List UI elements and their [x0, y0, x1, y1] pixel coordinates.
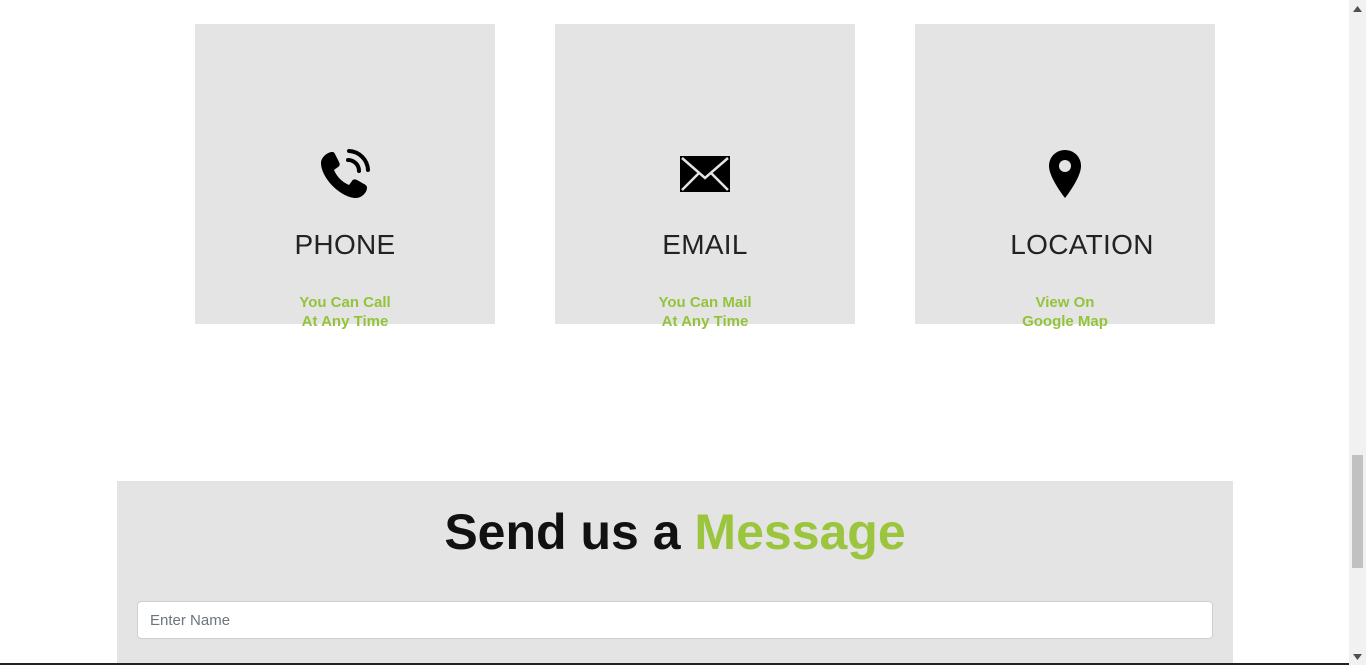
name-input[interactable]: [137, 601, 1213, 639]
phone-link[interactable]: You Can Call At Any Time: [299, 294, 390, 330]
location-line2: Google Map: [1022, 313, 1108, 330]
phone-line1: You Can Call: [299, 294, 391, 311]
phone-card: PHONE You Can Call At Any Time: [195, 24, 495, 330]
phone-subtitle[interactable]: You Can Call At Any Time: [195, 293, 495, 331]
location-title: LOCATION: [1010, 229, 1154, 260]
phone-title: PHONE: [294, 229, 396, 260]
scroll-up-icon[interactable]: [1349, 0, 1366, 17]
message-heading-main: Send us a: [444, 504, 681, 560]
google-map-link[interactable]: View On Google Map: [1022, 294, 1108, 330]
email-link[interactable]: You Can Mail At Any Time: [658, 294, 751, 330]
phone-line2: At Any Time: [301, 313, 389, 330]
email-title: EMAIL: [662, 229, 748, 260]
email-subtitle[interactable]: You Can Mail At Any Time: [555, 293, 855, 331]
email-line2: At Any Time: [661, 313, 749, 330]
email-line1: You Can Mail: [658, 294, 752, 311]
message-heading: Send us a Message: [117, 503, 1233, 561]
location-subtitle[interactable]: View On Google Map: [915, 293, 1215, 331]
scroll-down-icon[interactable]: [1349, 648, 1366, 665]
location-line1: View On: [1035, 294, 1095, 311]
page-viewport: PHONE You Can Call At Any Time EMAIL You…: [0, 0, 1349, 665]
map-pin-icon: [915, 148, 1215, 200]
envelope-icon: [555, 148, 855, 200]
vertical-scrollbar[interactable]: [1349, 0, 1366, 665]
message-section: Send us a Message: [117, 481, 1233, 665]
message-heading-accent: Message: [694, 504, 906, 560]
phone-icon: [195, 148, 495, 200]
scrollbar-thumb[interactable]: [1352, 455, 1363, 568]
location-card: LOCATION View On Google Map: [915, 24, 1215, 330]
email-card: EMAIL You Can Mail At Any Time: [555, 24, 855, 330]
